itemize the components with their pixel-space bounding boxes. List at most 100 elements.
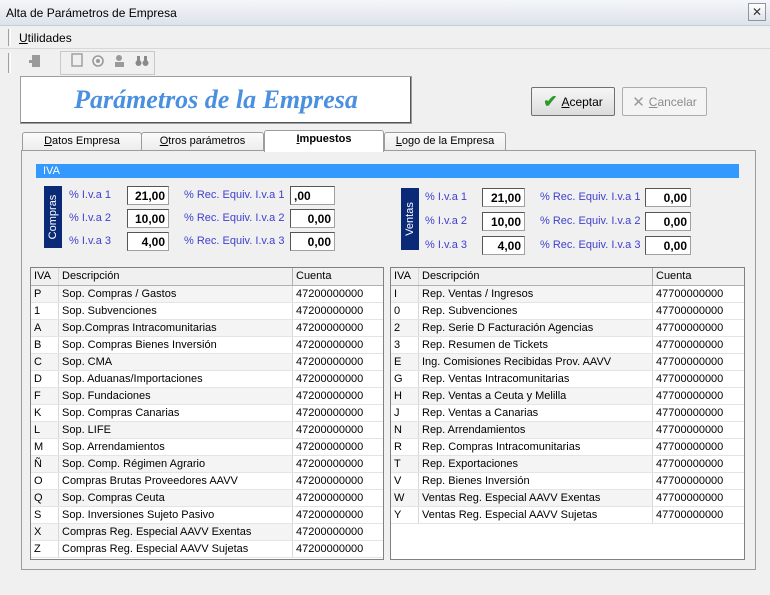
cell-iva[interactable]: F [31, 388, 59, 404]
cell-iva[interactable]: D [31, 371, 59, 387]
cell-descripcion[interactable]: Sop. Comp. Régimen Agrario [59, 456, 293, 472]
cell-cuenta[interactable]: 47700000000 [653, 456, 741, 472]
cancel-button[interactable]: ✕ Cancelar [622, 87, 707, 116]
compras-iva1-field[interactable] [127, 186, 169, 205]
cell-descripcion[interactable]: Sop. Inversiones Sujeto Pasivo [59, 507, 293, 523]
accept-button[interactable]: ✔ Aceptar [531, 87, 615, 116]
table-row[interactable]: R Rep. Compras Intracomunitarias 477000000… [391, 439, 744, 456]
cell-descripcion[interactable]: Sop. Compras Bienes Inversión [59, 337, 293, 353]
table-row[interactable]: D Sop. Aduanas/Importaciones 47200000000 [31, 371, 383, 388]
table-row[interactable]: F Sop. Fundaciones 47200000000 [31, 388, 383, 405]
compras-iva2-field[interactable] [127, 209, 169, 228]
table-row[interactable]: 2 Rep. Serie D Facturación Agencias 477000… [391, 320, 744, 337]
menu-utilidades[interactable]: Utilidades [19, 31, 72, 45]
ventas-iva2-field[interactable] [482, 212, 525, 231]
cell-cuenta[interactable]: 47700000000 [653, 422, 741, 438]
cell-iva[interactable]: W [391, 490, 419, 506]
cell-descripcion[interactable]: Rep. Resumen de Tickets [419, 337, 653, 353]
menu-grip[interactable] [8, 29, 11, 46]
cell-iva[interactable]: X [31, 524, 59, 540]
cell-iva[interactable]: H [391, 388, 419, 404]
cell-iva[interactable]: Z [31, 541, 59, 557]
cell-descripcion[interactable]: Sop.Compras Intracomunitarias [59, 320, 293, 336]
cell-iva[interactable]: 1 [31, 303, 59, 319]
col-header-cuenta[interactable]: Cuenta [293, 268, 381, 285]
cell-cuenta[interactable]: 47700000000 [653, 371, 741, 387]
cell-iva[interactable]: 3 [391, 337, 419, 353]
cell-descripcion[interactable]: Rep. Serie D Facturación Agencias [419, 320, 653, 336]
cell-iva[interactable]: Q [31, 490, 59, 506]
cell-cuenta[interactable]: 47200000000 [293, 490, 381, 506]
cell-descripcion[interactable]: Rep. Ventas a Canarias [419, 405, 653, 421]
cell-descripcion[interactable]: Rep. Ventas a Ceuta y Melilla [419, 388, 653, 404]
tab-otros-parametros[interactable]: Otros parámetros [141, 132, 264, 151]
cell-iva[interactable]: 0 [391, 303, 419, 319]
cell-descripcion[interactable]: Ing. Comisiones Recibidas Prov. AAVV [419, 354, 653, 370]
cell-cuenta[interactable]: 47700000000 [653, 303, 741, 319]
table-row[interactable]: M Sop. Arrendamientos 47200000000 [31, 439, 383, 456]
cell-cuenta[interactable]: 47200000000 [293, 524, 381, 540]
cell-cuenta[interactable]: 47200000000 [293, 405, 381, 421]
table-row[interactable]: S Sop. Inversiones Sujeto Pasivo 472000000… [31, 507, 383, 524]
cell-cuenta[interactable]: 47700000000 [653, 507, 741, 523]
ventas-iva-table[interactable]: IVA Descripción Cuenta I Rep. Ventas / In… [390, 267, 745, 560]
cell-cuenta[interactable]: 47700000000 [653, 337, 741, 353]
table-row[interactable]: I Rep. Ventas / Ingresos 47700000000 [391, 286, 744, 303]
table-row[interactable]: K Sop. Compras Canarias 47200000000 [31, 405, 383, 422]
table-row[interactable]: A Sop.Compras Intracomunitarias 4720000000… [31, 320, 383, 337]
cell-cuenta[interactable]: 47200000000 [293, 371, 381, 387]
cell-iva[interactable]: N [391, 422, 419, 438]
cell-cuenta[interactable]: 47200000000 [293, 388, 381, 404]
cell-iva[interactable]: I [391, 286, 419, 302]
cell-iva[interactable]: E [391, 354, 419, 370]
cell-descripcion[interactable]: Rep. Compras Intracomunitarias [419, 439, 653, 455]
table-row[interactable]: H Rep. Ventas a Ceuta y Melilla 4770000000… [391, 388, 744, 405]
cell-descripcion[interactable]: Ventas Reg. Especial AAVV Sujetas [419, 507, 653, 523]
table-row[interactable]: L Sop. LIFE 47200000000 [31, 422, 383, 439]
table-row[interactable]: 0 Rep. Subvenciones 47700000000 [391, 303, 744, 320]
cell-cuenta[interactable]: 47700000000 [653, 490, 741, 506]
preview-icon[interactable] [88, 53, 108, 73]
cell-descripcion[interactable]: Sop. LIFE [59, 422, 293, 438]
cell-iva[interactable]: R [391, 439, 419, 455]
cell-cuenta[interactable]: 47200000000 [293, 473, 381, 489]
cell-cuenta[interactable]: 47200000000 [293, 354, 381, 370]
cell-cuenta[interactable]: 47200000000 [293, 456, 381, 472]
cell-descripcion[interactable]: Sop. Aduanas/Importaciones [59, 371, 293, 387]
cell-iva[interactable]: K [31, 405, 59, 421]
cell-iva[interactable]: V [391, 473, 419, 489]
cell-iva[interactable]: S [31, 507, 59, 523]
cell-descripcion[interactable]: Sop. Compras / Gastos [59, 286, 293, 302]
col-header-descripcion[interactable]: Descripción [419, 268, 653, 285]
cell-cuenta[interactable]: 47700000000 [653, 439, 741, 455]
cell-descripcion[interactable]: Rep. Ventas Intracomunitarias [419, 371, 653, 387]
table-row[interactable]: J Rep. Ventas a Canarias 47700000000 [391, 405, 744, 422]
cell-iva[interactable]: T [391, 456, 419, 472]
col-header-iva[interactable]: IVA [391, 268, 419, 285]
cell-descripcion[interactable]: Sop. CMA [59, 354, 293, 370]
cell-iva[interactable]: L [31, 422, 59, 438]
cell-cuenta[interactable]: 47200000000 [293, 422, 381, 438]
cell-cuenta[interactable]: 47700000000 [653, 320, 741, 336]
cell-iva[interactable]: B [31, 337, 59, 353]
tab-datos-empresa[interactable]: Datos Empresa [22, 132, 142, 151]
cell-cuenta[interactable]: 47200000000 [293, 303, 381, 319]
cell-iva[interactable]: Y [391, 507, 419, 523]
binoculars-icon[interactable] [132, 53, 152, 73]
col-header-descripcion[interactable]: Descripción [59, 268, 293, 285]
cell-descripcion[interactable]: Sop. Fundaciones [59, 388, 293, 404]
ventas-iva1-field[interactable] [482, 188, 525, 207]
cell-cuenta[interactable]: 47700000000 [653, 286, 741, 302]
table-row[interactable]: 3 Rep. Resumen de Tickets 47700000000 [391, 337, 744, 354]
cell-cuenta[interactable]: 47700000000 [653, 354, 741, 370]
cell-cuenta[interactable]: 47200000000 [293, 286, 381, 302]
cell-iva[interactable]: Ñ [31, 456, 59, 472]
cell-cuenta[interactable]: 47700000000 [653, 473, 741, 489]
cell-descripcion[interactable]: Compras Reg. Especial AAVV Exentas [59, 524, 293, 540]
table-row[interactable]: P Sop. Compras / Gastos 47200000000 [31, 286, 383, 303]
cell-cuenta[interactable]: 47700000000 [653, 388, 741, 404]
cell-cuenta[interactable]: 47200000000 [293, 541, 381, 557]
cell-iva[interactable]: M [31, 439, 59, 455]
compras-rec3-field[interactable] [290, 232, 335, 251]
table-row[interactable]: W Ventas Reg. Especial AAVV Exentas 477000… [391, 490, 744, 507]
